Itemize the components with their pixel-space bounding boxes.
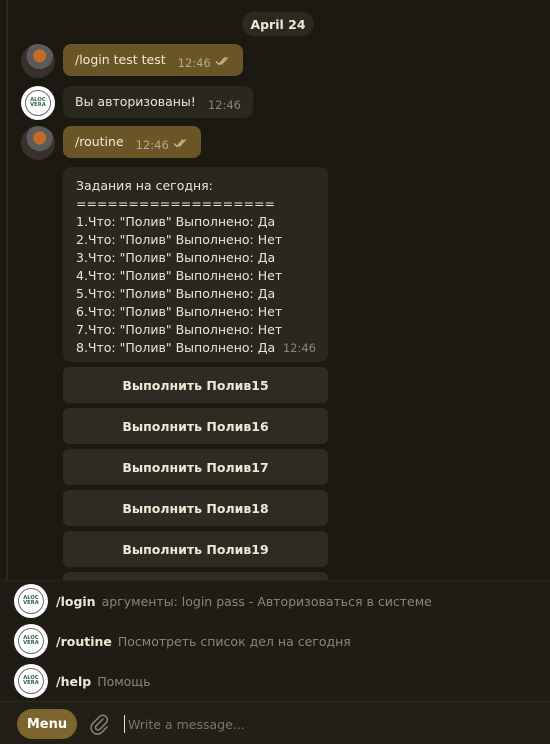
message-composer: Menu bbox=[0, 701, 550, 744]
menu-button[interactable]: Menu bbox=[17, 709, 77, 739]
bot-avatar[interactable]: ALOC VERA bbox=[21, 86, 55, 120]
inline-button-poliv18[interactable]: Выполнить Полив18 bbox=[63, 490, 328, 526]
inline-button-poliv15[interactable]: Выполнить Полив15 bbox=[63, 367, 328, 403]
message-time: 12:46 bbox=[282, 341, 316, 355]
message-time: 12:46 bbox=[135, 138, 169, 152]
message-time: 12:46 bbox=[177, 56, 211, 70]
text-caret bbox=[124, 715, 125, 733]
message-text: /login test test bbox=[75, 52, 166, 67]
user-avatar[interactable] bbox=[21, 44, 55, 78]
command-description: аргументы: login pass - Авторизоваться в… bbox=[101, 593, 432, 609]
command-description: Помощь bbox=[97, 673, 151, 689]
command-suggestions: ALOC VERA /login аргументы: login pass - … bbox=[0, 580, 550, 701]
date-separator: April 24 bbox=[242, 12, 314, 36]
task-line: 7.Что: "Полив" Выполнено: Нет bbox=[76, 322, 283, 337]
task-line: 8.Что: "Полив" Выполнено: Да bbox=[76, 340, 276, 355]
command-name: /login bbox=[56, 593, 96, 609]
message-bubble[interactable]: /login test test 12:46 bbox=[63, 44, 243, 76]
bot-avatar: ALOC VERA bbox=[14, 624, 48, 658]
inline-button-partial[interactable] bbox=[63, 572, 328, 580]
chat-history[interactable]: April 24 /login test test 12:46 ALOC VERA … bbox=[0, 0, 550, 580]
inline-button-poliv17[interactable]: Выполнить Полив17 bbox=[63, 449, 328, 485]
command-item-routine[interactable]: ALOC VERA /routine Посмотреть список дел … bbox=[0, 621, 550, 661]
tasks-separator: =================== bbox=[76, 196, 275, 211]
command-item-help[interactable]: ALOC VERA /help Помощь bbox=[0, 661, 550, 701]
bot-avatar: ALOC VERA bbox=[14, 664, 48, 698]
bot-logo: ALOC VERA bbox=[18, 628, 44, 654]
paperclip-icon[interactable] bbox=[88, 712, 110, 736]
command-name: /help bbox=[56, 673, 92, 689]
command-description: Посмотреть список дел на сегодня bbox=[117, 633, 351, 649]
tasks-title: Задания на сегодня: bbox=[76, 178, 213, 193]
message-input[interactable] bbox=[128, 713, 528, 735]
task-line: 6.Что: "Полив" Выполнено: Нет bbox=[76, 304, 283, 319]
task-line: 5.Что: "Полив" Выполнено: Да bbox=[76, 286, 276, 301]
bot-logo: ALOC VERA bbox=[18, 668, 44, 694]
bot-logo: ALOC VERA bbox=[18, 588, 44, 614]
task-line: 3.Что: "Полив" Выполнено: Да bbox=[76, 250, 276, 265]
task-line: 2.Что: "Полив" Выполнено: Нет bbox=[76, 232, 283, 247]
message-text: Вы авторизованы! bbox=[75, 94, 196, 109]
inline-button-poliv16[interactable]: Выполнить Полив16 bbox=[63, 408, 328, 444]
tasks-message[interactable]: Задания на сегодня: =================== … bbox=[63, 167, 328, 362]
command-item-login[interactable]: ALOC VERA /login аргументы: login pass - … bbox=[0, 581, 550, 621]
task-line: 4.Что: "Полив" Выполнено: Нет bbox=[76, 268, 283, 283]
bot-logo: ALOC VERA bbox=[25, 90, 51, 116]
bot-avatar: ALOC VERA bbox=[14, 584, 48, 618]
double-check-icon bbox=[173, 138, 189, 148]
message-bubble[interactable]: /routine 12:46 bbox=[63, 126, 201, 158]
inline-button-poliv19[interactable]: Выполнить Полив19 bbox=[63, 531, 328, 567]
message-time: 12:46 bbox=[207, 98, 241, 112]
scroll-track bbox=[6, 0, 8, 580]
message-bubble[interactable]: Вы авторизованы! 12:46 bbox=[63, 86, 253, 118]
command-name: /routine bbox=[56, 633, 112, 649]
double-check-icon bbox=[215, 56, 231, 66]
message-text: /routine bbox=[75, 134, 124, 149]
task-line: 1.Что: "Полив" Выполнено: Да bbox=[76, 214, 276, 229]
user-avatar[interactable] bbox=[21, 126, 55, 160]
